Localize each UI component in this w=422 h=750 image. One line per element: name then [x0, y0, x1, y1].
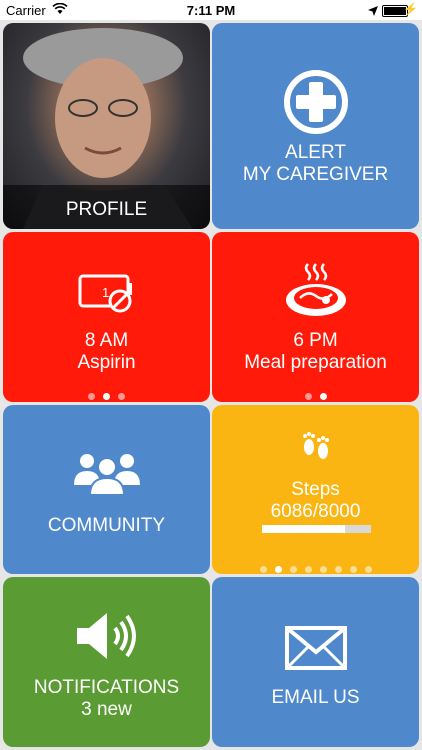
pager-dot[interactable]	[304, 393, 312, 400]
medication-name: Aspirin	[77, 352, 136, 373]
medication-time: 8 AM	[84, 330, 129, 351]
pager-dot[interactable]	[364, 566, 372, 573]
profile-label: PROFILE	[65, 199, 148, 220]
plus-circle-icon	[282, 68, 350, 141]
alert-caregiver-tile[interactable]: ALERT MY CAREGIVER	[212, 23, 419, 229]
community-tile[interactable]: COMMUNITY	[3, 405, 210, 574]
status-bar: Carrier 7:11 PM ⚡	[0, 0, 422, 20]
meal-name: Meal preparation	[244, 352, 387, 373]
hot-dish-icon	[284, 262, 348, 323]
community-label: COMMUNITY	[47, 515, 166, 536]
pager-dot[interactable]	[118, 393, 125, 400]
people-group-icon	[74, 451, 140, 500]
pager-dot[interactable]	[304, 566, 312, 573]
clock: 7:11 PM	[186, 3, 236, 18]
steps-progress-bar	[262, 525, 371, 533]
notifications-count: 3 new	[81, 699, 132, 720]
charging-icon: ⚡	[403, 2, 418, 16]
alert-label-line1: ALERT	[285, 142, 346, 163]
envelope-icon	[285, 626, 347, 675]
pager-dot[interactable]	[103, 393, 110, 400]
steps-label: Steps	[291, 479, 340, 500]
pager-dot[interactable]	[259, 566, 267, 573]
meal-tile[interactable]: 6 PM Meal preparation	[212, 232, 419, 402]
pager-dot[interactable]	[319, 566, 327, 573]
pager-dot[interactable]	[88, 393, 95, 400]
notifications-label: NOTIFICATIONS	[33, 677, 180, 698]
steps-progress-fill	[262, 525, 345, 533]
medication-tile[interactable]: 1 8 AM Aspirin	[3, 232, 210, 402]
footprints-icon	[301, 431, 331, 468]
steps-pager[interactable]	[212, 560, 419, 574]
email-tile[interactable]: EMAIL US	[212, 577, 419, 747]
alert-label-line2: MY CAREGIVER	[242, 164, 389, 185]
location-icon	[368, 4, 378, 19]
email-label: EMAIL US	[271, 687, 360, 708]
pager-dot[interactable]	[274, 566, 282, 573]
pager-dot[interactable]	[289, 566, 297, 573]
pager-dot[interactable]	[349, 566, 357, 573]
speaker-icon	[75, 611, 139, 666]
profile-tile[interactable]: PROFILE	[3, 23, 210, 229]
pill-count: 1	[102, 285, 110, 300]
meal-pager[interactable]	[212, 387, 419, 402]
medication-pager[interactable]	[3, 387, 210, 402]
pager-dot[interactable]	[334, 566, 342, 573]
steps-tile[interactable]: Steps 6086/8000	[212, 405, 419, 574]
meal-time: 6 PM	[293, 330, 338, 351]
pager-dot[interactable]	[319, 393, 327, 400]
notifications-tile[interactable]: NOTIFICATIONS 3 new	[3, 577, 210, 747]
steps-value: 6086/8000	[270, 501, 361, 522]
